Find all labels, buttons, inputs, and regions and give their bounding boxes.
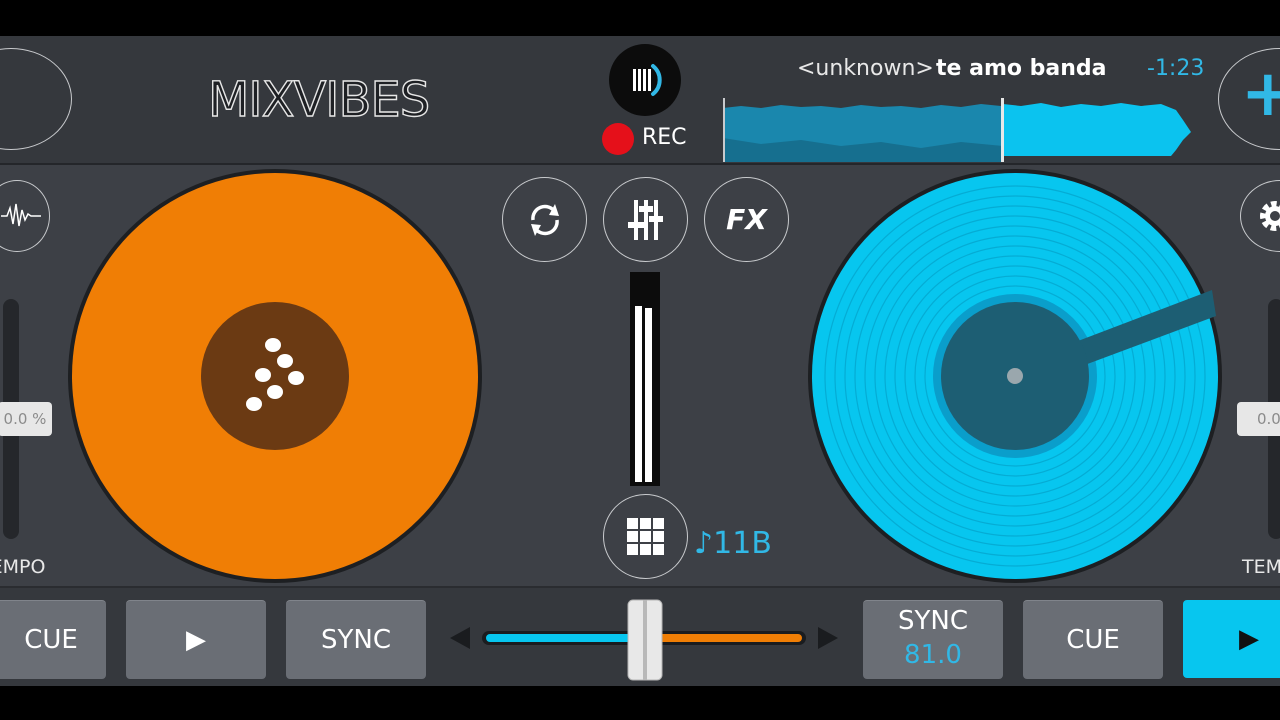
left-turntable[interactable]: [66, 166, 486, 586]
app-logo: MIXVIBES: [207, 71, 431, 128]
record-indicator[interactable]: [602, 123, 634, 155]
plus-icon: +: [1241, 57, 1280, 131]
spindle: [1007, 368, 1023, 384]
left-waveform-button[interactable]: [0, 180, 50, 252]
sampler-button[interactable]: [603, 494, 688, 579]
left-sync-button[interactable]: SYNC: [286, 600, 426, 679]
crossfader-right-arrow: [818, 627, 838, 649]
left-tempo-label: TEMPO: [0, 556, 46, 578]
mixvibes-app: MIXVIBES REC <unknown> te amo banda -1:2…: [0, 36, 1280, 686]
sync-loop-button[interactable]: [502, 177, 587, 262]
right-tempo-label: TEMPO: [1242, 556, 1280, 578]
recorder-button[interactable]: [609, 44, 681, 116]
waveform-playhead: [1001, 98, 1004, 162]
right-pitch-value[interactable]: 0.0: [1237, 402, 1280, 436]
waveform-icon: [1, 203, 41, 227]
track-remaining-time: -1:23: [1147, 56, 1205, 81]
bottom-transport-bar: CUE ▶ SYNC SYNC 81.0 CUE ▶: [0, 586, 1280, 686]
settings-button[interactable]: [1240, 180, 1280, 252]
harmonic-key: ♪11B: [694, 526, 772, 561]
add-track-button[interactable]: +: [1218, 48, 1280, 150]
waveform-unplayed: [1003, 103, 1191, 156]
left-deck-vinyl-button[interactable]: [0, 48, 72, 150]
mixer-sliders-icon: [627, 199, 663, 240]
fx-button[interactable]: FX: [704, 177, 789, 262]
sampler-grid-icon: [626, 517, 664, 555]
mixer-button[interactable]: [603, 177, 688, 262]
left-cue-button[interactable]: CUE: [0, 600, 106, 679]
sync-loop-icon: [530, 203, 559, 236]
track-artist: <unknown>: [797, 56, 934, 81]
right-turntable[interactable]: [806, 166, 1226, 586]
right-sync-button[interactable]: SYNC 81.0: [863, 600, 1003, 679]
record-label: REC: [642, 125, 687, 150]
right-bpm-value: 81.0: [904, 640, 962, 670]
track-title: te amo banda: [936, 56, 1107, 81]
right-cue-button[interactable]: CUE: [1023, 600, 1163, 679]
recorder-icon: [633, 64, 662, 96]
vu-level-left: [635, 306, 642, 482]
settings-gear-icon: [1260, 201, 1280, 231]
fx-icon: FX: [726, 203, 767, 236]
play-icon: ▶: [1239, 624, 1259, 654]
left-pitch-value[interactable]: 0.0 %: [0, 402, 52, 436]
master-vu-meter: [630, 272, 660, 486]
right-sync-label: SYNC: [898, 606, 968, 636]
track-waveform[interactable]: [721, 98, 1191, 162]
top-bar: MIXVIBES REC <unknown> te amo banda -1:2…: [0, 36, 1280, 165]
left-play-button[interactable]: ▶: [126, 600, 266, 679]
crossfader-left-arrow: [450, 627, 470, 649]
vu-level-right: [645, 308, 652, 482]
right-play-button[interactable]: ▶: [1183, 600, 1280, 678]
play-icon: ▶: [186, 625, 206, 655]
crossfader[interactable]: [440, 594, 850, 682]
